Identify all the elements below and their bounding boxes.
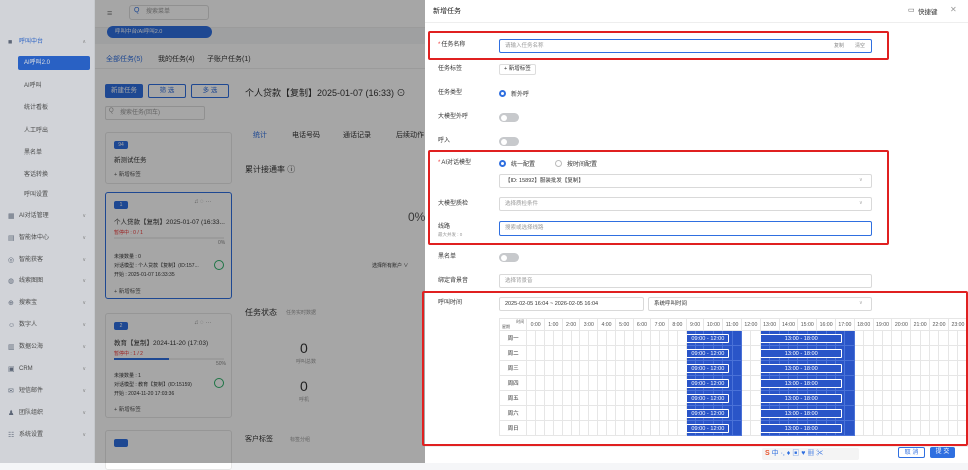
sidebar-overlay (0, 0, 95, 463)
keyboard-icon: ▭ (908, 7, 915, 14)
drawer-header-divider (425, 22, 968, 23)
close-icon[interactable]: ✕ (950, 5, 957, 14)
ime-tools-icon: 中 ·, ♦ ▣ ♥ ▦ ✂ (771, 450, 824, 457)
submit-button[interactable]: 提 交 (930, 447, 955, 458)
add-task-tag-button[interactable]: + 新增标签 (499, 64, 536, 75)
highlight-call-time (422, 291, 968, 446)
llm-call-label: 大模型外呼 (438, 114, 469, 120)
drawer-footer (425, 446, 968, 463)
blacklist-label: 黑名单 (438, 254, 457, 260)
modal-overlay[interactable] (95, 0, 425, 463)
task-type-label: 任务类型 (438, 90, 463, 96)
highlight-task-name (428, 31, 889, 60)
inbound-label: 呼入 (438, 138, 451, 144)
bind-bg-label: 绑定背景音 (438, 278, 469, 284)
task-tag-label: 任务标签 (438, 66, 463, 72)
cancel-button[interactable]: 取 消 (898, 447, 925, 458)
radio-checked-icon (499, 90, 506, 97)
drawer-title: 新增任务 (433, 8, 461, 15)
inbound-toggle[interactable] (499, 137, 519, 146)
ime-logo-icon: S (765, 450, 770, 457)
task-type-radio-new[interactable]: 新外呼 (499, 89, 529, 98)
bg-music-select[interactable]: 选择背景音 (499, 274, 872, 288)
shortcut-button[interactable]: 快捷键 (918, 6, 938, 16)
ime-toolbar[interactable]: S 中 ·, ♦ ▣ ♥ ▦ ✂ (762, 448, 859, 460)
highlight-ai-model (428, 150, 889, 245)
blacklist-toggle[interactable] (499, 253, 519, 262)
llm-call-toggle[interactable] (499, 113, 519, 122)
